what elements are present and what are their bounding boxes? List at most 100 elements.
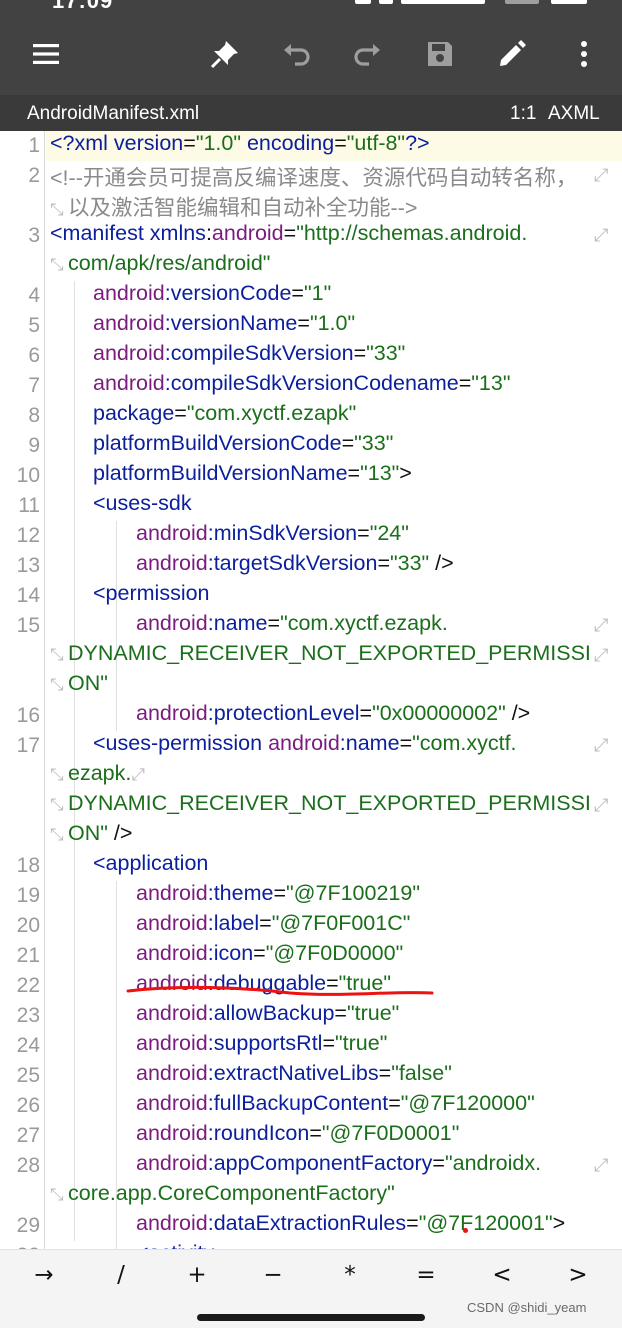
code-line[interactable]: android:fullBackupContent="@7F120000": [136, 1091, 535, 1121]
line-number: 29: [16, 1214, 40, 1237]
code-line[interactable]: ⤡ DYNAMIC_RECEIVER_NOT_EXPORTED_PERMISSI: [50, 791, 591, 821]
code-line[interactable]: <application: [93, 851, 208, 881]
key-tab[interactable]: →: [14, 1262, 74, 1288]
gutter-divider: [44, 131, 45, 1249]
line-number: 2: [28, 164, 40, 187]
more-icon: [581, 41, 587, 67]
wrap-icon: ⤢: [594, 1155, 609, 1176]
file-name[interactable]: AndroidManifest.xml: [27, 103, 199, 125]
code-line[interactable]: android:supportsRtl="true": [136, 1031, 387, 1061]
symbol-keys-bar: → / + − * = < > CSDN @shidi_yeam: [0, 1249, 622, 1328]
key-equals[interactable]: =: [396, 1262, 456, 1288]
code-line[interactable]: android:targetSdkVersion="33" />: [136, 551, 454, 581]
key-minus[interactable]: −: [243, 1262, 303, 1288]
line-number: 4: [28, 284, 40, 307]
status-time: 17:09: [52, 0, 114, 13]
key-plus[interactable]: +: [167, 1262, 227, 1288]
line-number: 10: [16, 464, 40, 487]
pin-icon: [210, 41, 238, 69]
line-number: 9: [28, 434, 40, 457]
code-line[interactable]: platformBuildVersionCode="33": [93, 431, 393, 461]
line-number: 3: [28, 224, 40, 247]
code-line[interactable]: ⤡ DYNAMIC_RECEIVER_NOT_EXPORTED_PERMISSI: [50, 641, 591, 671]
code-line[interactable]: android:versionName="1.0": [93, 311, 355, 341]
line-number: 11: [18, 494, 40, 517]
code-line[interactable]: android:compileSdkVersion="33": [93, 341, 405, 371]
code-line[interactable]: package="com.xyctf.ezapk": [93, 401, 356, 431]
code-line[interactable]: ⤡ 以及激活智能编辑和自动补全功能-->: [50, 191, 417, 221]
line-number: 28: [16, 1154, 40, 1177]
code-line[interactable]: android:name="com.xyctf.ezapk.: [136, 611, 448, 641]
key-less-than[interactable]: <: [472, 1262, 532, 1288]
wrap-continue-icon: ⤡: [50, 200, 64, 220]
red-dot-annotation: [463, 1228, 468, 1233]
code-line[interactable]: <!--开通会员可提高反编译速度、资源代码自动转名称，: [50, 161, 577, 191]
edit-button[interactable]: [490, 32, 534, 76]
key-asterisk[interactable]: *: [320, 1262, 380, 1288]
save-button[interactable]: [418, 32, 462, 76]
code-line[interactable]: ⤡ ON" />: [50, 821, 132, 851]
undo-button[interactable]: [274, 32, 318, 76]
wrap-continue-icon: ⤡: [50, 1185, 64, 1205]
redo-button[interactable]: [346, 32, 390, 76]
code-line[interactable]: <?xml version="1.0" encoding="utf-8"?>: [46, 131, 622, 161]
line-number: 7: [28, 374, 40, 397]
code-line[interactable]: android:extractNativeLibs="false": [136, 1061, 452, 1091]
line-number: 8: [28, 404, 40, 427]
line-number: 12: [16, 524, 40, 547]
code-line[interactable]: android:allowBackup="true": [136, 1001, 399, 1031]
code-line[interactable]: android:icon="@7F0D0000": [136, 941, 403, 971]
line-number: 6: [28, 344, 40, 367]
line-number: 18: [16, 854, 40, 877]
code-line[interactable]: <manifest xmlns:android="http://schemas.…: [50, 221, 527, 251]
code-line[interactable]: android:protectionLevel="0x00000002" />: [136, 701, 530, 731]
line-number: 30: [0, 1241, 40, 1249]
code-editor[interactable]: 1 2 3 4 5 6 7 8 9 10 11 12 13 14 15 16 1…: [0, 131, 622, 1249]
line-number: 20: [16, 914, 40, 937]
code-line[interactable]: android:dataExtractionRules="@7F120001">: [136, 1211, 565, 1241]
status-icons: [355, 0, 595, 10]
wrap-continue-icon: ⤡: [50, 255, 64, 275]
code-line[interactable]: android:label="@7F0F001C": [136, 911, 410, 941]
key-greater-than[interactable]: >: [548, 1262, 608, 1288]
line-number: 17: [16, 734, 40, 757]
file-mode[interactable]: AXML: [548, 103, 600, 125]
code-line[interactable]: android:theme="@7F100219": [136, 881, 420, 911]
menu-icon: [33, 44, 59, 64]
code-line[interactable]: ⤡ ezapk.⤢: [50, 761, 149, 791]
more-button[interactable]: [562, 32, 606, 76]
code-line[interactable]: ⤡ com/apk/res/android": [50, 251, 270, 281]
wrap-continue-icon: ⤡: [50, 765, 64, 785]
edit-icon: [500, 40, 526, 66]
line-number: 21: [16, 944, 40, 967]
pin-button[interactable]: [203, 32, 247, 76]
code-line[interactable]: android:versionCode="1": [93, 281, 331, 311]
code-line[interactable]: <activity: [136, 1241, 214, 1249]
key-slash[interactable]: /: [91, 1262, 151, 1288]
code-line[interactable]: android:compileSdkVersionCodename="13": [93, 371, 510, 401]
code-line[interactable]: <uses-permission android:name="com.xyctf…: [93, 731, 517, 761]
line-number: 1: [28, 134, 40, 157]
line-number: 19: [16, 884, 40, 907]
wrap-icon: ⤢: [594, 165, 609, 186]
home-indicator[interactable]: [197, 1314, 425, 1321]
code-line[interactable]: android:minSdkVersion="24": [136, 521, 409, 551]
code-line[interactable]: ⤡ ON": [50, 671, 108, 701]
line-number: 26: [16, 1094, 40, 1117]
code-line[interactable]: platformBuildVersionName="13">: [93, 461, 412, 491]
code-line-debuggable[interactable]: android:debuggable="true": [136, 971, 391, 1001]
line-number: 15: [16, 614, 40, 637]
code-line[interactable]: android:appComponentFactory="androidx.: [136, 1151, 541, 1181]
wrap-icon: ⤢: [594, 225, 609, 246]
line-number: 14: [16, 584, 40, 607]
menu-button[interactable]: [24, 32, 68, 76]
line-number: 27: [16, 1124, 40, 1147]
cursor-position: 1:1: [510, 103, 537, 124]
code-line[interactable]: android:roundIcon="@7F0D0001": [136, 1121, 459, 1151]
code-line[interactable]: ⤡ core.app.CoreComponentFactory": [50, 1181, 395, 1211]
undo-icon: [284, 44, 310, 66]
file-info-bar: AndroidManifest.xml 1:1 AXML: [0, 95, 622, 131]
code-line[interactable]: <uses-sdk: [93, 491, 192, 521]
code-line[interactable]: <permission: [93, 581, 210, 611]
redo-icon: [354, 44, 380, 66]
